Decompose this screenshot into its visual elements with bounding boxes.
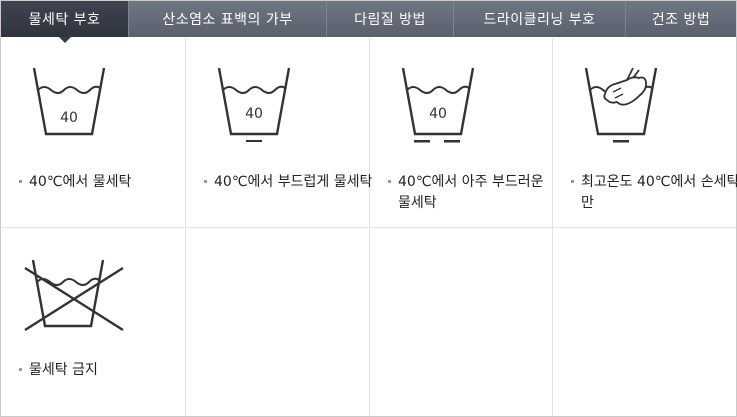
empty-card — [553, 228, 736, 416]
wash-tub-40-very-gentle-icon: 40 — [401, 67, 475, 143]
tab-bar: 물세탁 부호 산소염소 표백의 가부 다림질 방법 드라이클리닝 부호 건조 방… — [1, 1, 736, 43]
tab-water-wash[interactable]: 물세탁 부호 — [1, 1, 129, 43]
symbol-caption: 40℃에서 물세탁 — [19, 172, 189, 193]
symbol-card: 40 40℃에서 아주 부드러운 물세탁 — [370, 38, 553, 228]
wash-tub-40-icon: 40 — [32, 67, 106, 136]
symbol-caption: 물세탁 금지 — [19, 360, 189, 381]
temperature-label: 40 — [245, 106, 263, 122]
symbol-caption: 최고온도 40℃에서 손세탁만 — [571, 172, 737, 214]
symbol-card: 최고온도 40℃에서 손세탁만 — [553, 38, 737, 228]
hand-wash-icon — [584, 67, 658, 143]
empty-card — [370, 228, 553, 416]
tab-dry-cleaning[interactable]: 드라이클리닝 부호 — [454, 1, 626, 37]
tab-bleach[interactable]: 산소염소 표백의 가부 — [129, 1, 327, 37]
empty-card — [186, 228, 370, 416]
symbol-card: 40 40℃에서 물세탁 — [1, 38, 186, 228]
laundry-symbols-panel: 물세탁 부호 산소염소 표백의 가부 다림질 방법 드라이클리닝 부호 건조 방… — [0, 0, 737, 417]
tab-ironing[interactable]: 다림질 방법 — [327, 1, 454, 37]
do-not-wash-icon — [24, 259, 124, 332]
symbol-caption: 40℃에서 아주 부드러운 물세탁 — [388, 172, 558, 214]
symbol-grid: 40 40℃에서 물세탁 40 40℃에서 부드럽게 물세탁 40 40℃에서 … — [1, 38, 737, 416]
temperature-label: 40 — [60, 110, 78, 126]
symbol-card: 40 40℃에서 부드럽게 물세탁 — [186, 38, 372, 228]
temperature-label: 40 — [429, 106, 447, 122]
wash-tub-40-gentle-icon: 40 — [217, 67, 291, 142]
tab-drying[interactable]: 건조 방법 — [626, 1, 736, 37]
symbol-card: 물세탁 금지 — [1, 228, 186, 416]
symbol-caption: 40℃에서 부드럽게 물세탁 — [204, 172, 374, 193]
